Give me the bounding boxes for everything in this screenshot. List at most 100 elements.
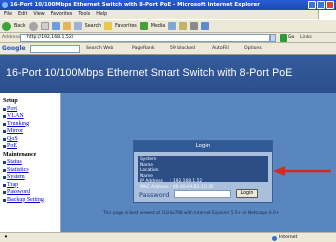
go-icon[interactable] xyxy=(280,34,287,42)
sidebar-item-trap[interactable]: Trap xyxy=(0,182,60,190)
history-icon[interactable] xyxy=(168,22,177,30)
sidebar-item-label[interactable]: Status xyxy=(7,159,22,167)
media-icon[interactable] xyxy=(139,22,148,30)
google-search-input[interactable] xyxy=(30,45,80,53)
page-header: 16-Port 10/100Mbps Ethernet Smart Switch… xyxy=(0,55,336,93)
minimize-icon[interactable] xyxy=(308,1,316,9)
sidebar-item-label[interactable]: QoS xyxy=(7,136,18,144)
browser-toolbar: Back Search Favorites Media xyxy=(0,19,336,33)
menu-help[interactable]: Help xyxy=(96,10,107,19)
media-button[interactable]: Media xyxy=(151,24,165,29)
sidebar-item-label[interactable]: Mirror xyxy=(7,128,23,136)
login-panel: Login System Name Location Name IP Addre… xyxy=(133,140,273,203)
window-titlebar: 16-Port 10/100Mbps Ethernet Switch with … xyxy=(0,0,336,10)
sidebar-item-statistics[interactable]: Statistics xyxy=(0,167,60,175)
sidebar-item-label[interactable]: VLAN xyxy=(7,113,24,121)
bullet-icon xyxy=(3,161,6,165)
links-button[interactable]: Links xyxy=(300,33,312,43)
security-zone: Internet xyxy=(272,233,297,242)
pagerank-indicator[interactable]: PageRank xyxy=(132,43,155,54)
close-icon[interactable] xyxy=(326,1,334,9)
main-content: Login System Name Location Name IP Addre… xyxy=(61,93,336,232)
options-button[interactable]: Options xyxy=(244,43,262,54)
login-button[interactable]: Login xyxy=(236,189,258,198)
ie-logo-icon xyxy=(2,2,8,8)
sidebar-item-qos[interactable]: QoS xyxy=(0,136,60,144)
favorites-icon[interactable] xyxy=(104,22,113,30)
bullet-icon xyxy=(3,122,6,126)
zone-label: Internet xyxy=(279,235,298,240)
sidebar-item-label[interactable]: Trunking xyxy=(7,121,29,129)
print-icon[interactable] xyxy=(190,22,199,30)
sidebar-item-poe[interactable]: PoE xyxy=(0,143,60,151)
info-key: MAC Address xyxy=(140,184,169,190)
search-web-button[interactable]: Search Web xyxy=(86,43,113,54)
system-info: System Name Location Name IP Address: 19… xyxy=(138,156,268,190)
menu-file[interactable]: File xyxy=(4,10,12,19)
sidebar-item-port[interactable]: Port xyxy=(0,106,60,114)
go-button[interactable]: Go xyxy=(288,33,294,43)
popup-blocker-button[interactable]: 59 blocked xyxy=(170,43,195,54)
bullet-icon xyxy=(3,130,6,134)
bullet-icon xyxy=(3,137,6,141)
address-label: Address xyxy=(2,35,21,40)
sidebar-item-label[interactable]: Trap xyxy=(7,182,18,190)
status-bar: ⚫ Internet xyxy=(0,232,336,242)
refresh-icon[interactable] xyxy=(51,22,60,30)
google-logo[interactable]: Google xyxy=(2,43,26,54)
sidebar-item-label[interactable]: System xyxy=(7,174,25,182)
stop-icon[interactable] xyxy=(40,22,49,30)
sidebar-item-label[interactable]: PoE xyxy=(7,143,17,151)
bullet-icon xyxy=(3,115,6,119)
page-title: 16-Port 10/100Mbps Ethernet Smart Switch… xyxy=(6,67,293,79)
sidebar-item-vlan[interactable]: VLAN xyxy=(0,113,60,121)
forward-icon[interactable] xyxy=(28,21,38,31)
back-button[interactable]: Back xyxy=(14,24,26,29)
sidebar-item-status[interactable]: Status xyxy=(0,159,60,167)
sidebar-item-label[interactable]: Backup Setting xyxy=(7,197,44,205)
maximize-icon[interactable] xyxy=(317,1,325,9)
menu-edit[interactable]: Edit xyxy=(18,10,27,19)
annotation-arrow-icon xyxy=(273,166,331,176)
sidebar-item-label[interactable]: Port xyxy=(7,106,17,114)
windows-logo-icon xyxy=(318,10,336,19)
bullet-icon xyxy=(3,107,6,111)
sidebar-item-password[interactable]: Password xyxy=(0,189,60,197)
sidebar-item-trunking[interactable]: Trunking xyxy=(0,121,60,129)
info-row: Location Name xyxy=(140,168,266,179)
bullet-icon xyxy=(3,191,6,195)
info-key: Location Name xyxy=(140,168,159,179)
bullet-icon xyxy=(3,183,6,187)
sidebar-item-system[interactable]: System xyxy=(0,174,60,182)
home-icon[interactable] xyxy=(62,22,71,30)
edit-icon[interactable] xyxy=(201,22,210,30)
search-button[interactable]: Search xyxy=(85,24,101,29)
window-controls xyxy=(308,1,334,9)
favorites-button[interactable]: Favorites xyxy=(115,24,137,29)
address-dropdown-icon[interactable] xyxy=(270,34,276,42)
menu-view[interactable]: View xyxy=(33,10,44,19)
bullet-icon xyxy=(3,198,6,202)
autofill-button[interactable]: AutoFill xyxy=(212,43,229,54)
sidebar-item-label[interactable]: Password xyxy=(7,189,30,197)
sidebar-heading-setup: Setup xyxy=(3,98,18,104)
back-icon[interactable] xyxy=(2,21,11,31)
mail-icon[interactable] xyxy=(179,22,188,30)
bullet-icon xyxy=(3,145,6,149)
info-row: System Name xyxy=(140,157,266,168)
menu-tools[interactable]: Tools xyxy=(78,10,90,19)
sidebar-item-backup-setting[interactable]: Backup Setting xyxy=(0,197,60,205)
search-icon[interactable] xyxy=(73,22,82,30)
menu-favorites[interactable]: Favorites xyxy=(51,10,73,19)
login-header: Login xyxy=(134,141,272,152)
address-bar: Address http://192.168.1.52/ Go Links xyxy=(0,33,336,43)
sidebar-item-label[interactable]: Statistics xyxy=(7,167,29,175)
bullet-icon xyxy=(3,176,6,180)
menu-bar: File Edit View Favorites Tools Help xyxy=(0,10,336,19)
sidebar-item-mirror[interactable]: Mirror xyxy=(0,128,60,136)
status-done-icon: ⚫ xyxy=(4,235,8,240)
browser-recommendation-note: This page is best viewed at 1024x768 wit… xyxy=(103,210,280,215)
address-input[interactable]: http://192.168.1.52/ xyxy=(20,34,270,42)
password-field[interactable] xyxy=(174,190,231,198)
window-title: 16-Port 10/100Mbps Ethernet Switch with … xyxy=(10,2,260,8)
